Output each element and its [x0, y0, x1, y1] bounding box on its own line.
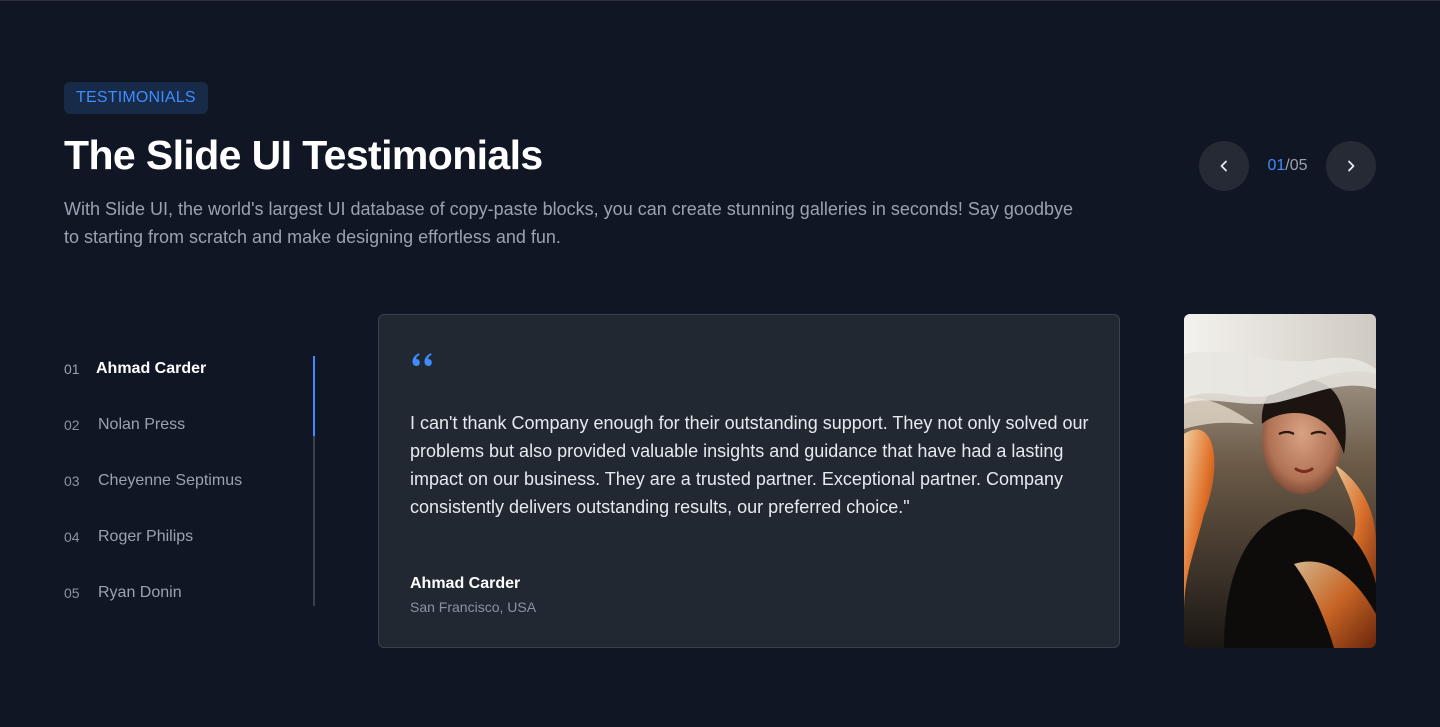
testimonial-location: San Francisco, USA — [410, 599, 537, 615]
list-item-ryan-donin[interactable]: 05 Ryan Donin — [64, 565, 324, 621]
list-item-name: Ahmad Carder — [96, 360, 207, 377]
page-title: The Slide UI Testimonials — [64, 132, 543, 178]
testimonial-text: I can't thank Company enough for their o… — [410, 413, 1089, 517]
current-slide: 01 — [1267, 157, 1286, 174]
progress-indicator — [313, 356, 315, 436]
list-item-cheyenne-septimus[interactable]: 03 Cheyenne Septimus — [64, 453, 324, 509]
portrait-image — [1184, 314, 1376, 648]
list-item-name: Cheyenne Septimus — [98, 472, 243, 489]
list-item-name: Roger Philips — [98, 528, 194, 545]
chevron-left-icon — [1220, 160, 1227, 172]
testimonial-list: 01 Ahmad Carder 02 Nolan Press 03 Cheyen… — [64, 341, 324, 621]
slider-navigation: 01/05 — [1199, 141, 1376, 191]
page-subtitle: With Slide UI, the world's largest UI da… — [64, 199, 1073, 247]
chevron-right-icon — [1348, 160, 1355, 172]
list-item-nolan-press[interactable]: 02 Nolan Press — [64, 397, 324, 453]
testimonials-section: TESTIMONIALS The Slide UI Testimonials W… — [0, 0, 1440, 727]
total-slides: /05 — [1285, 157, 1308, 174]
list-item-number: 05 — [64, 585, 80, 601]
testimonial-author: Ahmad Carder — [410, 575, 521, 592]
slide-counter: 01/05 — [1267, 157, 1307, 175]
list-item-number: 01 — [64, 361, 80, 377]
quote-icon — [412, 353, 432, 366]
list-item-roger-philips[interactable]: 04 Roger Philips — [64, 509, 324, 565]
progress-track — [313, 356, 315, 606]
previous-button[interactable] — [1199, 141, 1249, 191]
section-badge: TESTIMONIALS — [64, 82, 208, 114]
list-item-number: 02 — [64, 417, 80, 433]
list-item-number: 04 — [64, 529, 80, 545]
list-item-number: 03 — [64, 473, 80, 489]
list-item-ahmad-carder[interactable]: 01 Ahmad Carder — [64, 341, 324, 397]
list-item-name: Ryan Donin — [98, 584, 182, 601]
testimonial-photo — [1184, 314, 1376, 648]
testimonial-card: I can't thank Company enough for their o… — [378, 314, 1120, 648]
list-item-name: Nolan Press — [98, 416, 186, 433]
next-button[interactable] — [1325, 141, 1376, 191]
